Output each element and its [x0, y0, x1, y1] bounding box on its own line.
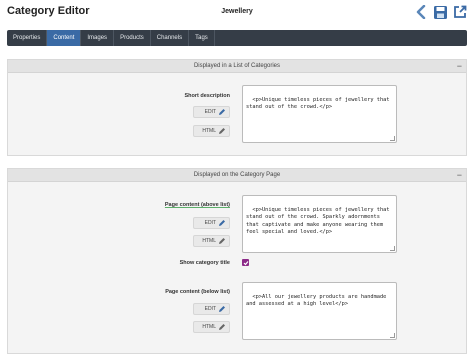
- show-title-label: Show category title: [179, 260, 230, 266]
- page-content-below-label: Page content (below list): [165, 289, 230, 295]
- html-button-label: HTML: [202, 238, 216, 244]
- edit-button[interactable]: EDIT: [193, 217, 230, 229]
- collapse-icon[interactable]: −: [457, 60, 462, 72]
- panel-title: Displayed on the Category Page: [193, 172, 281, 178]
- show-title-checkbox[interactable]: [242, 259, 249, 266]
- save-icon[interactable]: [432, 4, 448, 20]
- panel-category-page: Displayed on the Category Page −: [7, 168, 467, 354]
- edit-button[interactable]: EDIT: [193, 106, 230, 118]
- html-button[interactable]: HTML: [193, 125, 230, 137]
- page-content-below-text: <p>All our jewellery products are handma…: [246, 293, 390, 308]
- tab-tags[interactable]: Tags: [189, 30, 215, 46]
- edit-button-label: EDIT: [204, 306, 216, 312]
- edit-button-label: EDIT: [204, 109, 216, 115]
- short-description-label: Short description: [184, 93, 230, 99]
- open-external-icon[interactable]: [452, 4, 468, 20]
- html-button[interactable]: HTML: [193, 235, 230, 247]
- back-arrow-icon[interactable]: [413, 4, 429, 20]
- resize-grip[interactable]: [390, 333, 395, 338]
- page-content-below-editor[interactable]: <p>All our jewellery products are handma…: [242, 282, 397, 340]
- tab-images[interactable]: Images: [81, 30, 115, 46]
- edit-button[interactable]: EDIT: [193, 303, 230, 315]
- pencil-icon: [219, 238, 225, 244]
- check-icon: [243, 260, 248, 265]
- record-title: Jewellery: [221, 8, 253, 15]
- collapse-icon[interactable]: −: [457, 169, 462, 181]
- pencil-icon: [219, 220, 225, 226]
- pencil-icon: [219, 324, 225, 330]
- resize-grip[interactable]: [390, 136, 395, 141]
- page-content-above-text: <p>Unique timeless pieces of jewellery t…: [246, 206, 393, 236]
- pencil-icon: [219, 128, 225, 134]
- html-button-label: HTML: [202, 324, 216, 330]
- tab-properties[interactable]: Properties: [7, 30, 48, 46]
- short-description-editor[interactable]: <p>Unique timeless pieces of jewellery t…: [242, 85, 397, 143]
- panel-list-display: Displayed in a List of Categories −: [7, 59, 467, 156]
- pencil-icon: [219, 306, 225, 312]
- html-button-label: HTML: [202, 128, 216, 134]
- panel-title: Displayed in a List of Categories: [193, 63, 281, 69]
- tab-channels[interactable]: Channels: [151, 30, 190, 46]
- page-content-above-label: Page content (above list): [164, 202, 230, 208]
- panel-header: Displayed on the Category Page −: [8, 169, 466, 182]
- resize-grip[interactable]: [390, 246, 395, 251]
- panel-header: Displayed in a List of Categories −: [8, 60, 466, 73]
- html-button[interactable]: HTML: [193, 321, 230, 333]
- tab-bar: Properties Content Images Products Chann…: [7, 30, 467, 46]
- page-content-above-editor[interactable]: <p>Unique timeless pieces of jewellery t…: [242, 195, 397, 253]
- tab-content[interactable]: Content: [47, 30, 82, 46]
- editor-header: Category Editor Jewellery: [0, 0, 474, 28]
- edit-button-label: EDIT: [204, 220, 216, 226]
- short-description-text: <p>Unique timeless pieces of jewellery t…: [246, 96, 393, 111]
- pencil-icon: [219, 109, 225, 115]
- tab-products[interactable]: Products: [114, 30, 151, 46]
